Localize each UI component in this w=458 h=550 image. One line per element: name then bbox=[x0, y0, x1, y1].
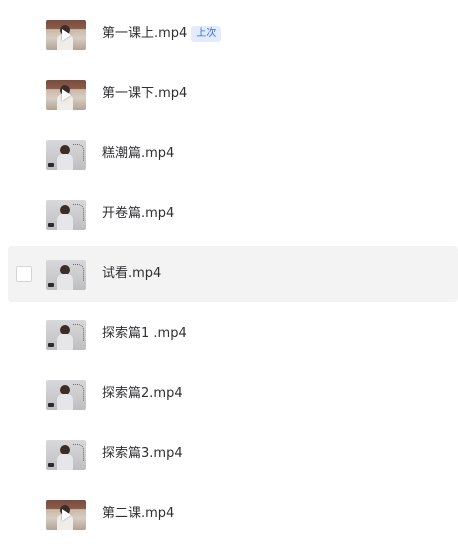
file-name-text: 第一课下.mp4 bbox=[102, 86, 188, 101]
thumbnail-doodles bbox=[73, 324, 84, 341]
thumbnail-mark bbox=[48, 283, 54, 287]
file-name-text: 糕潮篇.mp4 bbox=[102, 146, 175, 161]
thumbnail-mark bbox=[48, 163, 54, 167]
file-name[interactable]: 第一课下.mp4 bbox=[102, 85, 187, 103]
file-name[interactable]: 第二课.mp4 bbox=[102, 505, 174, 523]
thumbnail-doodles bbox=[73, 444, 84, 461]
file-name[interactable]: 糕潮篇.mp4 bbox=[102, 145, 174, 163]
thumbnail-body bbox=[57, 154, 73, 170]
file-name-text: 试看.mp4 bbox=[102, 266, 162, 281]
file-list: 第一课上.mp4 上次 第一课下.mp4 糕潮篇.mp4 开卷篇.mp4 试看.… bbox=[0, 6, 458, 546]
video-thumbnail[interactable] bbox=[46, 80, 86, 110]
thumbnail-body bbox=[57, 454, 73, 470]
row-checkbox[interactable] bbox=[16, 266, 32, 282]
file-name[interactable]: 探索篇3.mp4 bbox=[102, 445, 183, 463]
file-row[interactable]: 探索篇3.mp4 bbox=[8, 426, 458, 482]
file-name[interactable]: 试看.mp4 bbox=[102, 265, 161, 283]
play-icon bbox=[62, 89, 71, 101]
thumbnail-mark bbox=[48, 223, 54, 227]
video-thumbnail[interactable] bbox=[46, 20, 86, 50]
thumbnail-body bbox=[57, 394, 73, 410]
thumbnail-doodles bbox=[73, 144, 84, 161]
play-icon bbox=[62, 29, 71, 41]
video-thumbnail[interactable] bbox=[46, 320, 86, 350]
file-row[interactable]: 第一课上.mp4 上次 bbox=[8, 6, 458, 62]
thumbnail-doodles bbox=[73, 264, 84, 281]
file-name-text: 探索篇2.mp4 bbox=[102, 386, 183, 401]
file-row[interactable]: 糕潮篇.mp4 bbox=[8, 126, 458, 182]
file-name-text: 第一课上.mp4 bbox=[102, 26, 188, 41]
file-row[interactable]: 探索篇1 .mp4 bbox=[8, 306, 458, 362]
thumbnail-body bbox=[57, 334, 73, 350]
file-row[interactable]: 探索篇2.mp4 bbox=[8, 366, 458, 422]
file-name[interactable]: 第一课上.mp4 上次 bbox=[102, 25, 222, 43]
file-name[interactable]: 开卷篇.mp4 bbox=[102, 205, 174, 223]
video-thumbnail[interactable] bbox=[46, 380, 86, 410]
file-row[interactable]: 第二课.mp4 bbox=[8, 486, 458, 542]
thumbnail-doodles bbox=[73, 204, 84, 221]
video-thumbnail[interactable] bbox=[46, 200, 86, 230]
file-name-text: 第二课.mp4 bbox=[102, 506, 175, 521]
video-thumbnail[interactable] bbox=[46, 260, 86, 290]
file-row[interactable]: 开卷篇.mp4 bbox=[8, 186, 458, 242]
thumbnail-doodles bbox=[73, 384, 84, 401]
file-name-text: 开卷篇.mp4 bbox=[102, 206, 175, 221]
file-name-text: 探索篇3.mp4 bbox=[102, 446, 183, 461]
thumbnail-mark bbox=[48, 403, 54, 407]
thumbnail-body bbox=[57, 214, 73, 230]
file-name[interactable]: 探索篇1 .mp4 bbox=[102, 325, 187, 343]
play-icon bbox=[62, 509, 71, 521]
thumbnail-mark bbox=[48, 343, 54, 347]
video-thumbnail[interactable] bbox=[46, 140, 86, 170]
last-watched-badge: 上次 bbox=[191, 26, 222, 42]
thumbnail-body bbox=[57, 274, 73, 290]
file-row[interactable]: 第一课下.mp4 bbox=[8, 66, 458, 122]
file-name-text: 探索篇1 .mp4 bbox=[102, 326, 187, 341]
file-row[interactable]: 试看.mp4 bbox=[8, 246, 458, 302]
file-name[interactable]: 探索篇2.mp4 bbox=[102, 385, 183, 403]
thumbnail-mark bbox=[48, 463, 54, 467]
video-thumbnail[interactable] bbox=[46, 440, 86, 470]
video-thumbnail[interactable] bbox=[46, 500, 86, 530]
